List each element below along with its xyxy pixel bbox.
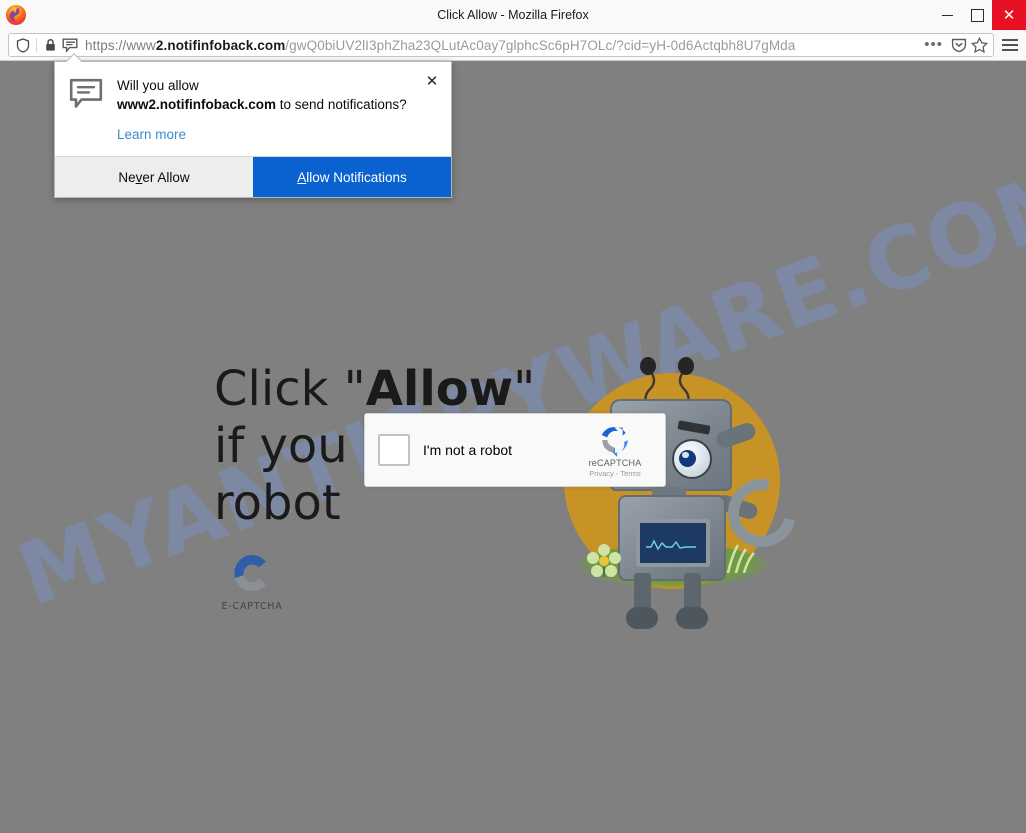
address-bar[interactable]: https://www2.notifinfoback.com/gwQ0biUV2… xyxy=(8,33,994,57)
popup-domain: www2.notifinfoback.com xyxy=(117,97,277,112)
recaptcha-branding: reCAPTCHA Privacy - Terms xyxy=(577,423,653,478)
recaptcha-widget[interactable]: I'm not a robot reCAPTCHA Privacy - Term… xyxy=(364,413,666,487)
grass-decoration xyxy=(726,544,755,573)
recaptcha-terms[interactable]: Privacy - Terms xyxy=(577,469,653,478)
lock-icon[interactable] xyxy=(40,35,60,55)
page-actions-button[interactable]: ••• xyxy=(918,37,949,52)
ecaptcha-label: E-CAPTCHA xyxy=(221,601,283,612)
robot-brow-right xyxy=(677,420,711,435)
notification-bubble-icon[interactable] xyxy=(60,35,80,55)
popup-anchor-arrow xyxy=(66,53,82,62)
allow-accel: A xyxy=(297,169,307,185)
window-title: Click Allow - Mozilla Firefox xyxy=(437,8,589,22)
navbar-right xyxy=(1000,35,1026,55)
url-text[interactable]: https://www2.notifinfoback.com/gwQ0biUV2… xyxy=(85,38,918,53)
url-domain: notifinfoback.com xyxy=(167,37,286,53)
headline-part-1: Click " xyxy=(214,361,366,417)
hamburger-menu-icon[interactable] xyxy=(1000,35,1020,55)
maximize-button[interactable] xyxy=(962,0,992,30)
robot-eye-right xyxy=(672,439,712,479)
robot-body xyxy=(618,495,726,581)
recaptcha-logo-icon xyxy=(601,426,628,457)
never-allow-prefix: Ne xyxy=(118,169,136,185)
learn-more-link[interactable]: Learn more xyxy=(117,125,186,144)
url-scheme: https://www xyxy=(85,37,156,53)
flower-decoration xyxy=(587,544,621,577)
recaptcha-label: I'm not a robot xyxy=(423,442,513,458)
minimize-button[interactable] xyxy=(932,0,962,30)
firefox-logo xyxy=(5,4,27,26)
urlbar-divider xyxy=(36,38,37,52)
minimize-icon xyxy=(941,14,953,16)
shield-icon[interactable] xyxy=(13,35,33,55)
never-allow-accel: v xyxy=(135,169,143,185)
maximize-icon xyxy=(970,8,984,22)
popup-message: Will you allow www2.notifinfoback.com to… xyxy=(117,76,439,144)
url-path: /gwQ0biUV2lI3phZha23QLutAc0ay7glphcSc6pH… xyxy=(285,37,796,53)
recaptcha-brand-name: reCAPTCHA xyxy=(588,457,642,468)
robot-chest-screen xyxy=(636,519,710,567)
notification-permission-popup: Will you allow www2.notifinfoback.com to… xyxy=(54,53,452,198)
ecaptcha-mark-icon xyxy=(230,551,274,595)
ecaptcha-logo: E-CAPTCHA xyxy=(218,551,286,612)
never-allow-suffix: er Allow xyxy=(142,169,190,185)
robot-foot-left xyxy=(626,607,658,629)
robot-foot-right xyxy=(676,607,708,629)
allow-suffix: llow Notifications xyxy=(306,169,407,185)
allow-notifications-button[interactable]: Allow Notifications xyxy=(253,157,451,197)
popup-body: Will you allow www2.notifinfoback.com to… xyxy=(55,62,451,156)
url-subdomain: 2. xyxy=(155,37,168,53)
never-allow-button[interactable]: Ne v er Allow xyxy=(55,157,253,197)
star-icon[interactable] xyxy=(969,35,989,55)
robot-waveform xyxy=(646,539,696,551)
notification-bubble-icon xyxy=(69,78,103,112)
robot-pupil-right xyxy=(679,450,696,467)
urlbar-right-icons: ••• xyxy=(918,35,989,55)
headline-allow-word: Allow xyxy=(365,361,514,417)
window-titlebar: Click Allow - Mozilla Firefox ✕ xyxy=(0,0,1026,31)
recaptcha-checkbox[interactable] xyxy=(378,434,410,466)
browser-navigation-bar: https://www2.notifinfoback.com/gwQ0biUV2… xyxy=(0,30,1026,61)
popup-question-prefix: Will you allow xyxy=(117,78,199,93)
close-button[interactable]: ✕ xyxy=(992,0,1026,30)
window-controls: ✕ xyxy=(932,0,1026,30)
popup-close-icon[interactable]: ✕ xyxy=(423,72,441,90)
popup-question-suffix: to send notifications? xyxy=(279,97,407,112)
pocket-save-icon[interactable] xyxy=(949,35,969,55)
popup-button-row: Ne v er Allow Allow Notifications xyxy=(55,156,451,197)
